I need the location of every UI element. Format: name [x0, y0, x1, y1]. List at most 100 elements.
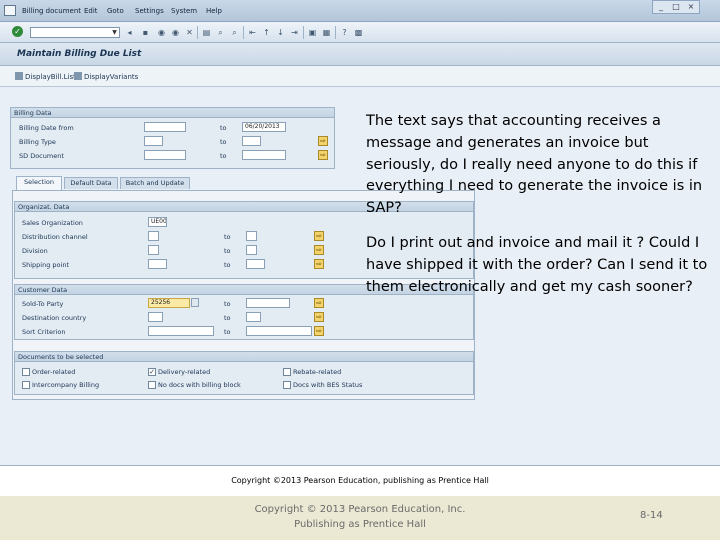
- shipping-point-to-input[interactable]: [246, 259, 265, 269]
- distribution-channel-from-input[interactable]: [148, 231, 159, 241]
- previous-page-icon[interactable]: ↑: [261, 27, 272, 38]
- distribution-channel-label: Distribution channel: [22, 233, 88, 241]
- group-title: Organizat. Data: [18, 203, 70, 211]
- intercompany-billing-checkbox[interactable]: [22, 381, 30, 389]
- help-icon[interactable]: ?: [339, 27, 350, 38]
- destination-country-from-input[interactable]: [148, 312, 163, 322]
- shortcut-icon[interactable]: ▦: [321, 27, 332, 38]
- tab-selection[interactable]: Selection: [16, 176, 62, 190]
- rebate-related-label: Rebate-related: [293, 368, 342, 376]
- layout-icon[interactable]: ▩: [353, 27, 364, 38]
- menu-help[interactable]: Help: [206, 7, 222, 15]
- menu-settings[interactable]: Settings: [135, 7, 164, 15]
- application-toolbar: DisplayBill.List DisplayVariants: [0, 66, 720, 87]
- division-from-input[interactable]: [148, 245, 159, 255]
- multiple-selection-button[interactable]: ⇨: [314, 326, 324, 336]
- tab-batch-and-update[interactable]: Batch and Update: [120, 177, 190, 189]
- division-label: Division: [22, 247, 48, 255]
- multiple-selection-button[interactable]: ⇨: [314, 312, 324, 322]
- distribution-channel-to-input[interactable]: [246, 231, 257, 241]
- billing-data-group: Billing Data Billing Date from to 06/20/…: [10, 107, 335, 169]
- order-related-checkbox[interactable]: [22, 368, 30, 376]
- maximize-button[interactable]: □: [670, 2, 682, 12]
- exit-icon[interactable]: ◉: [170, 27, 181, 38]
- print-icon[interactable]: ▤: [201, 27, 212, 38]
- multiple-selection-button[interactable]: ⇨: [318, 136, 328, 146]
- docs-bes-status-checkbox[interactable]: [283, 381, 291, 389]
- billing-type-from-input[interactable]: [144, 136, 163, 146]
- first-page-icon[interactable]: ⇤: [247, 27, 258, 38]
- sold-to-party-to-label: to: [224, 300, 231, 308]
- group-header: Billing Data: [11, 108, 334, 118]
- sold-to-party-label: Sold-To Party: [22, 300, 64, 308]
- search-help-button[interactable]: [191, 298, 199, 307]
- window-menu-icon[interactable]: [4, 5, 16, 16]
- cancel-icon[interactable]: ✕: [184, 27, 195, 38]
- sd-document-to-input[interactable]: [242, 150, 286, 160]
- command-field[interactable]: ▼: [30, 27, 120, 38]
- division-to-label: to: [224, 247, 231, 255]
- footer-line: Copyright © 2013 Pearson Education, Inc.: [254, 504, 466, 515]
- back-green-icon[interactable]: ◉: [156, 27, 167, 38]
- sort-criterion-from-input[interactable]: [148, 326, 214, 336]
- destination-country-to-label: to: [224, 314, 231, 322]
- multiple-selection-button[interactable]: ⇨: [318, 150, 328, 160]
- multiple-selection-button[interactable]: ⇨: [314, 231, 324, 241]
- sort-criterion-label: Sort Criterion: [22, 328, 66, 336]
- multiple-selection-button[interactable]: ⇨: [314, 298, 324, 308]
- toolbar-separator: [335, 26, 336, 39]
- multiple-selection-button[interactable]: ⇨: [314, 245, 324, 255]
- shipping-point-from-input[interactable]: [148, 259, 167, 269]
- chevron-down-icon[interactable]: ▼: [110, 28, 119, 37]
- menu-system[interactable]: System: [171, 7, 197, 15]
- enter-check-icon[interactable]: ✓: [12, 26, 23, 37]
- shipping-point-label: Shipping point: [22, 261, 69, 269]
- menu-goto[interactable]: Goto: [107, 7, 124, 15]
- find-next-icon[interactable]: ⌕: [229, 27, 240, 38]
- destination-country-to-input[interactable]: [246, 312, 261, 322]
- sold-to-party-to-input[interactable]: [246, 298, 290, 308]
- billing-type-to-input[interactable]: [242, 136, 261, 146]
- close-button[interactable]: ×: [685, 2, 697, 12]
- display-variants-button[interactable]: DisplayVariants: [74, 72, 138, 83]
- toolbar-separator: [303, 26, 304, 39]
- slide-number: 8-14: [640, 510, 663, 521]
- group-title: Customer Data: [18, 286, 68, 294]
- destination-country-label: Destination country: [22, 314, 87, 322]
- note-paragraph: Do I print out and invoice and mail it ?…: [366, 234, 708, 295]
- last-page-icon[interactable]: ⇥: [289, 27, 300, 38]
- standard-toolbar: ✓ ▼ ◂ ▪ ◉ ◉ ✕ ▤ ⌕ ⌕ ⇤ ↑ ↓ ⇥ ▣ ▦ ? ▩: [0, 22, 720, 43]
- new-session-icon[interactable]: ▣: [307, 27, 318, 38]
- toolbar-separator: [243, 26, 244, 39]
- group-title: Billing Data: [14, 109, 52, 117]
- multiple-selection-button[interactable]: ⇨: [314, 259, 324, 269]
- division-to-input[interactable]: [246, 245, 257, 255]
- footer-copyright: Copyright © 2013 Pearson Education, Inc.…: [230, 502, 490, 532]
- sort-criterion-to-label: to: [224, 328, 231, 336]
- delivery-related-checkbox[interactable]: ✓: [148, 368, 156, 376]
- tab-default-data[interactable]: Default Data: [64, 177, 118, 189]
- next-page-icon[interactable]: ↓: [275, 27, 286, 38]
- menu-billing-document[interactable]: Billing document: [22, 7, 81, 15]
- window-controls: _ □ ×: [652, 0, 700, 14]
- toolbar-separator: [197, 26, 198, 39]
- order-related-label: Order-related: [32, 368, 76, 376]
- docs-bes-status-label: Docs with BES Status: [293, 381, 363, 389]
- menu-edit[interactable]: Edit: [84, 7, 98, 15]
- billing-date-from-input[interactable]: [144, 122, 186, 132]
- rebate-related-checkbox[interactable]: [283, 368, 291, 376]
- back-icon[interactable]: ◂: [124, 27, 135, 38]
- sold-to-party-from-input[interactable]: 25256: [148, 298, 190, 308]
- sales-organization-input[interactable]: UE00: [148, 217, 167, 227]
- sort-criterion-to-input[interactable]: [246, 326, 312, 336]
- find-icon[interactable]: ⌕: [215, 27, 226, 38]
- billing-date-to-input[interactable]: 06/20/2013: [242, 122, 286, 132]
- title-bar: Maintain Billing Due List: [0, 43, 720, 66]
- display-bill-list-button[interactable]: DisplayBill.List: [15, 72, 76, 83]
- save-icon[interactable]: ▪: [140, 27, 151, 38]
- minimize-button[interactable]: _: [655, 2, 667, 12]
- tab-strip: Selection Default Data Batch and Update: [12, 176, 192, 190]
- sd-document-from-input[interactable]: [144, 150, 186, 160]
- slide-footer: Copyright © 2013 Pearson Education, Inc.…: [0, 496, 720, 540]
- no-docs-billing-block-checkbox[interactable]: [148, 381, 156, 389]
